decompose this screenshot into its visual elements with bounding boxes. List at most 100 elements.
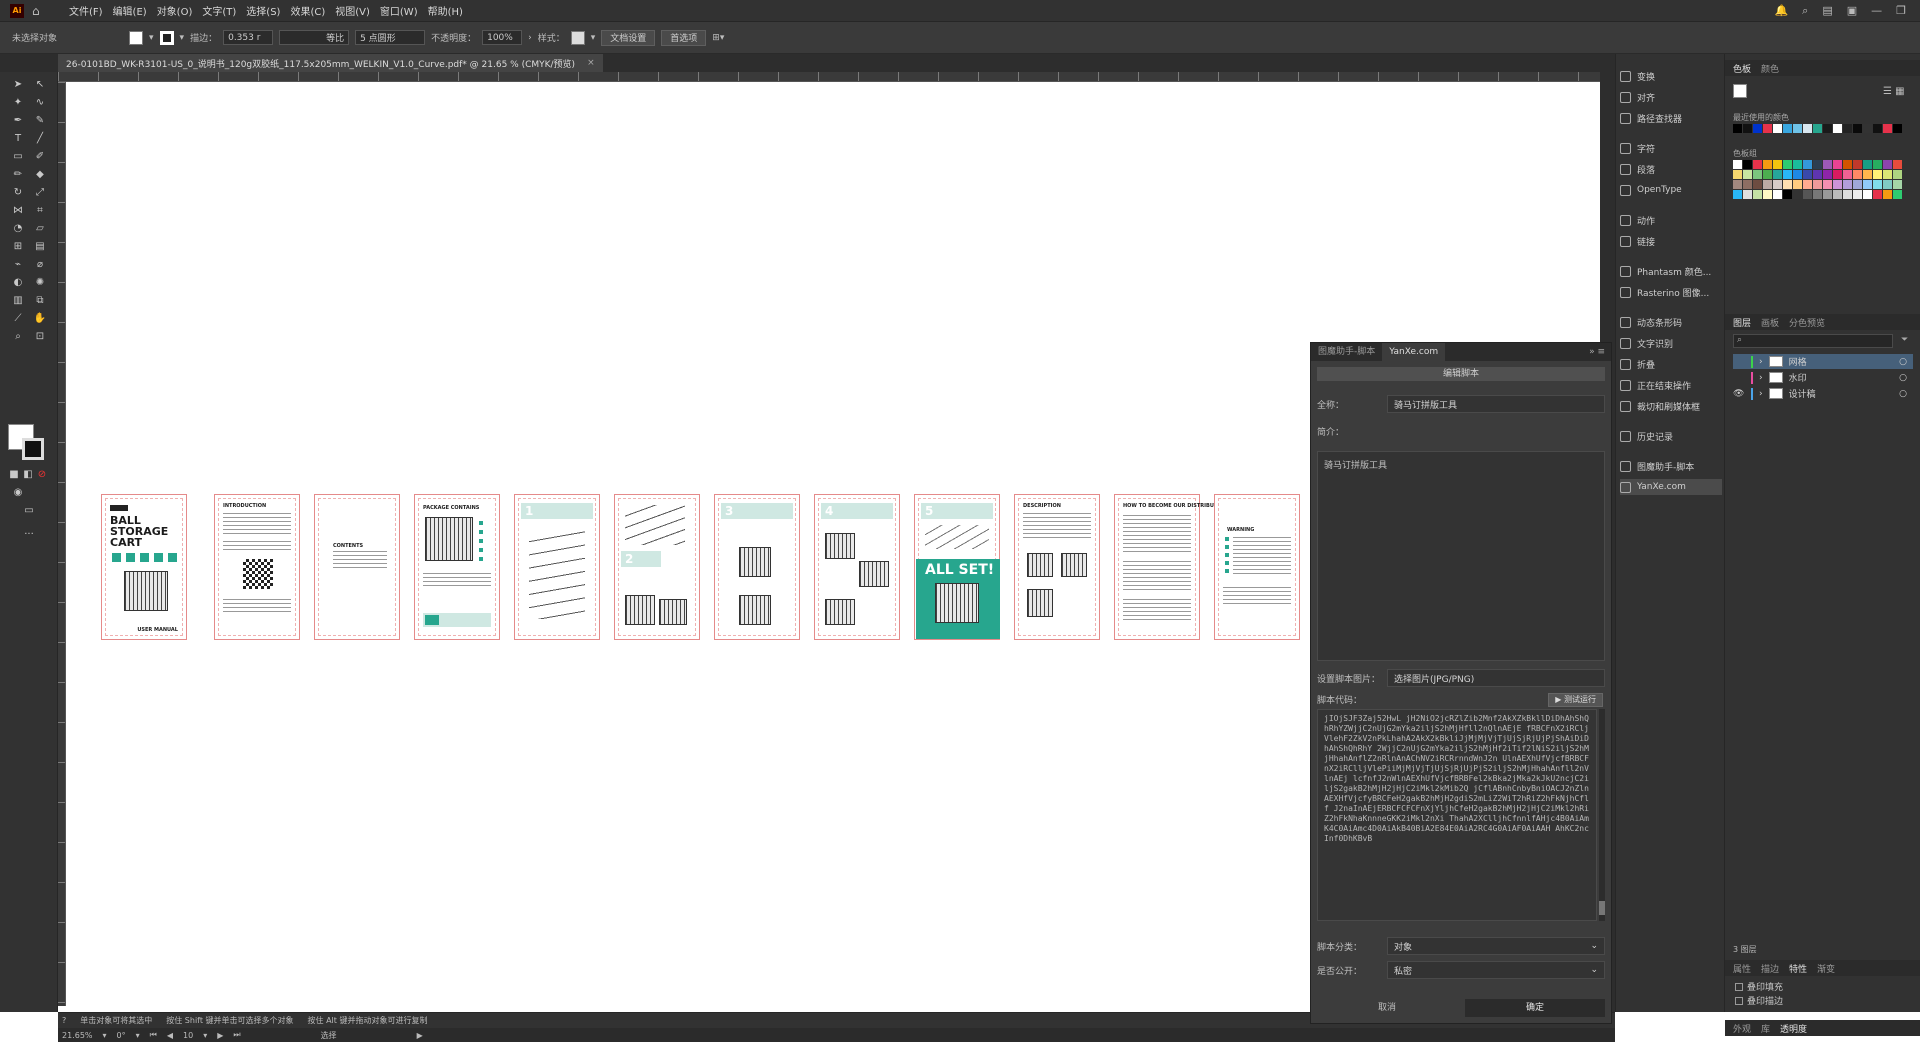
curvature-tool-icon[interactable]: ✎: [32, 114, 48, 128]
color-swatch[interactable]: [1883, 170, 1892, 179]
target-icon[interactable]: ○: [1899, 373, 1913, 383]
zoom-tool-icon[interactable]: ⌕: [10, 330, 26, 344]
menu-type[interactable]: 文字(T): [197, 3, 241, 18]
color-swatch[interactable]: [1783, 124, 1792, 133]
color-swatch[interactable]: [1883, 190, 1892, 199]
menu-edit[interactable]: 编辑(E): [108, 3, 152, 18]
chevron-down-icon[interactable]: ▾: [180, 33, 185, 43]
panel-transform[interactable]: 变换: [1620, 68, 1722, 84]
free-transform-tool-icon[interactable]: ⌗: [32, 204, 48, 218]
current-fill-swatch[interactable]: [1733, 84, 1747, 98]
ok-button[interactable]: 确定: [1465, 999, 1605, 1017]
panel-opentype[interactable]: OpenType: [1620, 182, 1722, 198]
chevron-right-icon[interactable]: ▶: [417, 1031, 423, 1040]
menu-effect[interactable]: 效果(C): [285, 3, 330, 18]
color-swatch[interactable]: [1733, 124, 1742, 133]
tab-separations[interactable]: 分色预览: [1789, 316, 1825, 329]
tab-attributes[interactable]: 特性: [1789, 962, 1807, 975]
color-swatch[interactable]: [1733, 170, 1742, 179]
color-swatch[interactable]: [1843, 190, 1852, 199]
panel-links[interactable]: 链接: [1620, 233, 1722, 249]
bell-icon[interactable]: 🔔: [1774, 4, 1788, 18]
stroke-swatch[interactable]: [159, 30, 174, 45]
artboard-contents[interactable]: CONTENTS: [314, 494, 400, 640]
color-swatch[interactable]: [1893, 180, 1902, 189]
prev-artboard-icon[interactable]: ◀: [167, 1031, 173, 1040]
tab-transparency[interactable]: 透明度: [1780, 1022, 1807, 1035]
rotate-tool-icon[interactable]: ↻: [10, 186, 26, 200]
tab-tumo-script[interactable]: 图魔助手-脚本: [1311, 343, 1382, 361]
category-select[interactable]: 对象 ⌄: [1387, 937, 1605, 955]
color-swatch[interactable]: [1763, 170, 1772, 179]
color-swatch[interactable]: [1863, 124, 1872, 133]
tab-swatches[interactable]: 色板: [1733, 62, 1751, 75]
line-tool-icon[interactable]: ╱: [32, 132, 48, 146]
tab-yanxe[interactable]: YanXe.com: [1382, 343, 1446, 361]
list-view-icon[interactable]: ☰ ▦: [1883, 86, 1905, 97]
draw-mode-icon[interactable]: ◉: [10, 486, 26, 500]
chevron-right-icon[interactable]: ›: [1759, 357, 1763, 367]
color-swatch[interactable]: [1803, 160, 1812, 169]
artboard-step-4[interactable]: 4: [814, 494, 900, 640]
color-swatch[interactable]: [1823, 190, 1832, 199]
help-icon[interactable]: ?: [62, 1016, 66, 1025]
screen-mode-icon[interactable]: ▭: [21, 504, 37, 518]
print-tiling-tool-icon[interactable]: ⊡: [32, 330, 48, 344]
slice-tool-icon[interactable]: ⟋: [10, 312, 26, 326]
color-swatch[interactable]: [1823, 160, 1832, 169]
color-swatch[interactable]: [1873, 170, 1882, 179]
color-swatch[interactable]: [1843, 180, 1852, 189]
tab-layers[interactable]: 图层: [1733, 316, 1751, 329]
layer-name[interactable]: 水印: [1789, 371, 1807, 384]
panel-ocr[interactable]: 文字识别: [1620, 335, 1722, 351]
artboard-step-5[interactable]: 5 ALL SET!: [914, 494, 1000, 640]
panel-rasterino[interactable]: Rasterino 图像...: [1620, 284, 1722, 300]
chevron-right-icon[interactable]: ›: [1759, 389, 1763, 399]
color-swatch[interactable]: [1773, 160, 1782, 169]
fill-swatch[interactable]: [129, 30, 144, 45]
color-swatch[interactable]: [1753, 124, 1762, 133]
chevron-right-icon[interactable]: ›: [528, 33, 532, 43]
target-icon[interactable]: ○: [1899, 389, 1913, 399]
color-swatch[interactable]: [1853, 170, 1862, 179]
layer-row[interactable]: › 水印 ○: [1733, 370, 1913, 385]
color-swatch[interactable]: [1813, 124, 1822, 133]
rotation-field[interactable]: 0°: [117, 1031, 126, 1040]
measure-tool-icon[interactable]: ⌀: [32, 258, 48, 272]
stroke-weight-field[interactable]: 0.353 r: [223, 30, 274, 45]
color-swatch[interactable]: [1783, 170, 1792, 179]
intro-textarea[interactable]: 骑马订拼版工具: [1317, 451, 1605, 661]
color-swatch[interactable]: [1853, 190, 1862, 199]
artboard-introduction[interactable]: INTRODUCTION: [214, 494, 300, 640]
artboard-step-1[interactable]: 1: [514, 494, 600, 640]
color-swatch[interactable]: [1833, 124, 1842, 133]
color-swatch[interactable]: [1733, 190, 1742, 199]
preferences-button[interactable]: 首选项: [661, 29, 707, 46]
artboard-description[interactable]: DESCRIPTION: [1014, 494, 1100, 640]
checkbox-box[interactable]: [1735, 982, 1743, 991]
color-swatch[interactable]: [1803, 180, 1812, 189]
panel-character[interactable]: 字符: [1620, 140, 1722, 156]
magic-wand-tool-icon[interactable]: ✦: [10, 96, 26, 110]
color-swatch[interactable]: [1833, 160, 1842, 169]
color-swatch[interactable]: [1803, 170, 1812, 179]
layer-name[interactable]: 网格: [1789, 355, 1807, 368]
panel-tumo-script[interactable]: 图魔助手-脚本: [1620, 458, 1722, 474]
type-tool-icon[interactable]: T: [10, 132, 26, 146]
panel-phantasm[interactable]: Phantasm 颜色...: [1620, 263, 1722, 279]
color-swatch[interactable]: [1763, 124, 1772, 133]
color-swatch[interactable]: [1743, 190, 1752, 199]
test-run-button[interactable]: ▶ 测试运行: [1548, 693, 1603, 707]
color-swatch[interactable]: [1753, 190, 1762, 199]
color-swatch[interactable]: [1793, 180, 1802, 189]
chevron-down-icon[interactable]: ▾: [203, 1031, 207, 1040]
more-tools-icon[interactable]: ···: [21, 528, 37, 542]
panel-actions[interactable]: 动作: [1620, 212, 1722, 228]
swatch-library-grid[interactable]: [1733, 160, 1902, 199]
direct-selection-tool-icon[interactable]: ↖: [32, 78, 48, 92]
panel-align[interactable]: 对齐: [1620, 89, 1722, 105]
color-swatch[interactable]: [1763, 160, 1772, 169]
color-swatch[interactable]: [1863, 160, 1872, 169]
color-swatch[interactable]: [1813, 160, 1822, 169]
chevron-down-icon[interactable]: ▾: [149, 33, 154, 43]
